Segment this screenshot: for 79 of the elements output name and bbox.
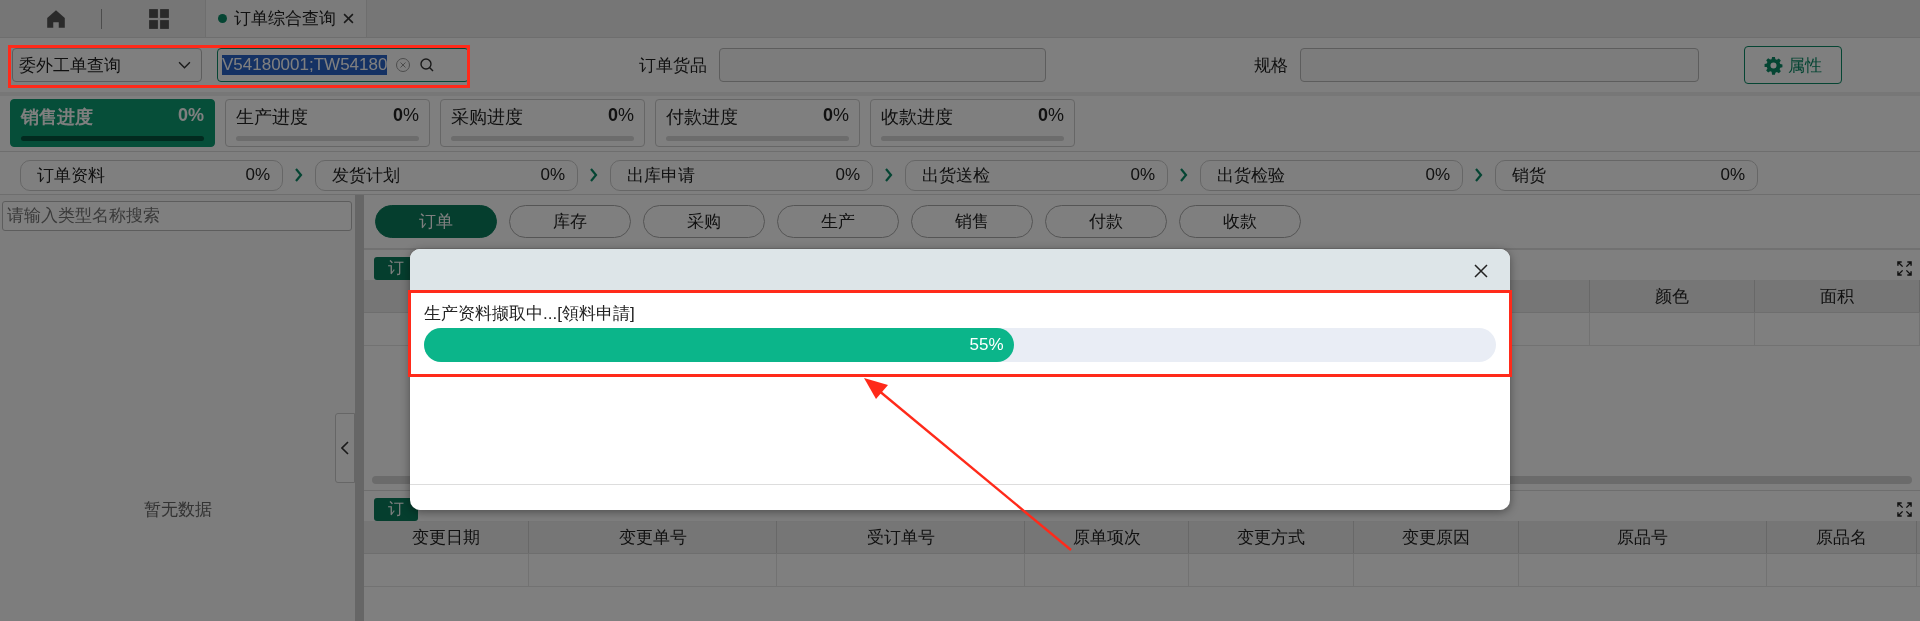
step-percent: 0% xyxy=(1130,165,1155,185)
clear-icon[interactable] xyxy=(395,57,412,73)
step-percent: 0% xyxy=(1425,165,1450,185)
card-label: 付款进度 xyxy=(666,106,738,129)
step-label: 订单资料 xyxy=(37,164,105,187)
column-header: 变更原因 xyxy=(1354,521,1519,553)
collapse-button[interactable] xyxy=(335,413,355,483)
progress-card[interactable]: 付款进度 0% xyxy=(655,99,860,147)
search-field[interactable]: 请输入类型名称搜索 xyxy=(2,201,352,231)
card-label: 生产进度 xyxy=(236,106,308,129)
step-percent: 0% xyxy=(245,165,270,185)
card-percent: 0% xyxy=(1037,105,1064,127)
chevron-icon xyxy=(590,168,598,182)
gear-icon xyxy=(1764,55,1783,75)
column-header: 颜色 xyxy=(1590,280,1755,312)
column-header: 原单项次 xyxy=(1025,521,1189,553)
progress-card[interactable]: 收款进度 0% xyxy=(870,99,1075,147)
column-header: 变更日期 xyxy=(364,521,529,553)
card-label: 收款进度 xyxy=(881,106,953,129)
column-header: 受订单号 xyxy=(777,521,1025,553)
step-pill[interactable]: 出库申请 0% xyxy=(610,159,873,191)
step-label: 发货计划 xyxy=(332,164,400,187)
column-header: 变更方式 xyxy=(1189,521,1354,553)
status-message: 生产资料撷取中...[領料申請] xyxy=(424,303,636,325)
card-label: 采购进度 xyxy=(451,106,523,129)
card-percent: 0% xyxy=(392,105,419,127)
card-percent: 0% xyxy=(607,105,634,127)
caret-icon xyxy=(178,60,191,70)
step-pill[interactable]: 出货检验 0% xyxy=(1200,159,1463,191)
progress-card[interactable]: 销售进度 0% xyxy=(10,99,215,147)
column-header: 面积 xyxy=(1755,280,1920,312)
doc-tab[interactable]: 库存 xyxy=(509,205,631,238)
step-percent: 0% xyxy=(835,165,860,185)
page-tab[interactable]: 订单综合查询 xyxy=(205,0,367,37)
progress-reading: 55% xyxy=(969,335,1004,355)
doc-tab[interactable]: 订单 xyxy=(375,205,497,238)
chevron-left-icon xyxy=(341,441,349,455)
expand-icon[interactable] xyxy=(1897,501,1912,517)
search-icon[interactable] xyxy=(419,57,436,73)
input-field[interactable] xyxy=(719,48,1046,82)
properties-button[interactable]: 属性 xyxy=(1744,46,1842,84)
card-label: 销售进度 xyxy=(21,106,93,129)
step-label: 销货 xyxy=(1512,164,1546,187)
doc-tab[interactable]: 生产 xyxy=(777,205,899,238)
expand-icon[interactable] xyxy=(1897,260,1912,276)
section-tag[interactable]: 订 xyxy=(374,497,418,521)
step-label: 出库申请 xyxy=(627,164,695,187)
column-header: 变更单号 xyxy=(529,521,777,553)
column-header: 原品名 xyxy=(1767,521,1917,553)
card-percent: 0% xyxy=(822,105,849,127)
doc-tab[interactable]: 收款 xyxy=(1179,205,1301,238)
doc-tab[interactable]: 采购 xyxy=(643,205,765,238)
progress-card[interactable]: 采购进度 0% xyxy=(440,99,645,147)
field-label: 规格 xyxy=(1254,54,1288,77)
card-percent: 0% xyxy=(177,105,204,127)
progress-card[interactable]: 生产进度 0% xyxy=(225,99,430,147)
step-label: 出货检验 xyxy=(1217,164,1285,187)
grid-icon[interactable] xyxy=(148,7,170,30)
column-header: 原品号 xyxy=(1519,521,1767,553)
chevron-icon xyxy=(295,168,303,182)
status-dot-icon xyxy=(218,14,227,23)
step-label: 出货送检 xyxy=(922,164,990,187)
tab-label: 订单综合查询 xyxy=(234,8,336,30)
step-percent: 0% xyxy=(540,165,565,185)
step-pill[interactable]: 发货计划 0% xyxy=(315,159,578,191)
field-label: 订单货品 xyxy=(639,54,707,77)
empty-message: 暂无数据 xyxy=(142,499,213,521)
close-icon[interactable] xyxy=(1474,263,1488,278)
chevron-icon xyxy=(1475,168,1483,182)
doc-tab[interactable]: 销售 xyxy=(911,205,1033,238)
query-type-select[interactable]: 委外工单查询 xyxy=(12,48,202,82)
doc-tab[interactable]: 付款 xyxy=(1045,205,1167,238)
step-pill[interactable]: 销货 0% xyxy=(1495,159,1758,191)
input-field[interactable] xyxy=(1300,48,1699,82)
chevron-icon xyxy=(885,168,893,182)
step-pill[interactable]: 出货送检 0% xyxy=(905,159,1168,191)
step-percent: 0% xyxy=(1720,165,1745,185)
step-pill[interactable]: 订单资料 0% xyxy=(20,159,283,191)
chevron-icon xyxy=(1180,168,1188,182)
